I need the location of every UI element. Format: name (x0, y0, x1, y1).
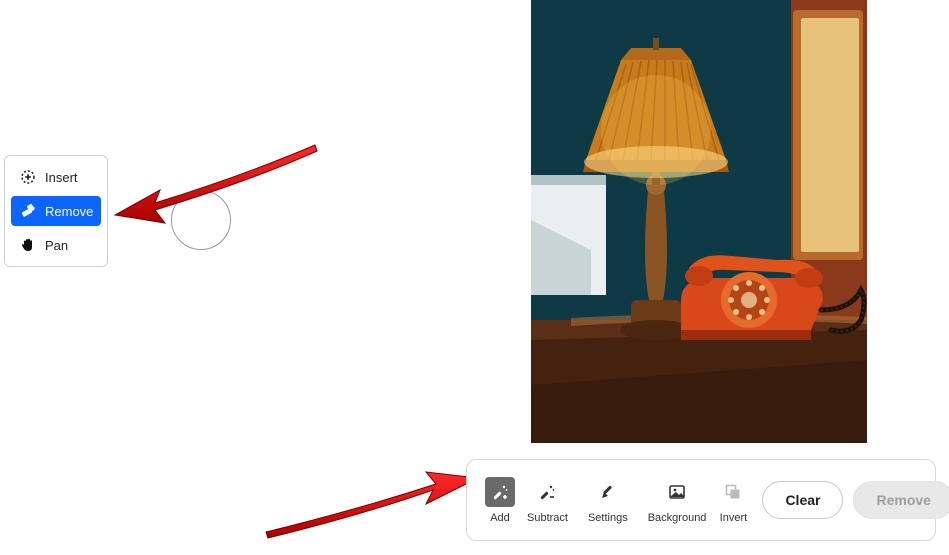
tool-panel: Insert Remove Pan (4, 155, 108, 267)
wand-plus-icon (485, 477, 515, 507)
insert-tool[interactable]: Insert (11, 162, 101, 192)
remove-button[interactable]: Remove (853, 481, 949, 519)
canvas-image[interactable] (531, 0, 867, 443)
insert-icon (19, 168, 37, 186)
invert-button[interactable]: Invert (712, 473, 754, 528)
eraser-icon (19, 202, 37, 220)
subtract-brush-label: Subtract (527, 512, 568, 524)
background-label: Background (648, 512, 707, 524)
add-brush-label: Add (490, 512, 510, 524)
brush-icon (593, 477, 623, 507)
settings-button[interactable]: Settings (582, 473, 634, 528)
wand-minus-icon (532, 477, 562, 507)
toolbar-mode-group: Add Subtract (479, 473, 574, 528)
subtract-brush-button[interactable]: Subtract (521, 473, 574, 528)
toolbar-bg-group: Background Invert (642, 473, 755, 528)
settings-label: Settings (588, 512, 628, 524)
annotation-arrow-bottom (258, 460, 488, 550)
pan-tool[interactable]: Pan (11, 230, 101, 260)
hand-icon (19, 236, 37, 254)
pan-tool-label: Pan (45, 238, 68, 253)
invert-icon (718, 477, 748, 507)
toolbar-settings-group: Settings (582, 473, 634, 528)
remove-button-label: Remove (876, 492, 930, 508)
clear-button[interactable]: Clear (762, 481, 843, 519)
insert-tool-label: Insert (45, 170, 78, 185)
image-icon (662, 477, 692, 507)
invert-label: Invert (720, 512, 748, 524)
bottom-toolbar: Add Subtract Settings (466, 459, 936, 541)
remove-tool[interactable]: Remove (11, 196, 101, 226)
add-brush-button[interactable]: Add (479, 473, 521, 528)
clear-button-label: Clear (785, 492, 820, 508)
remove-tool-label: Remove (45, 204, 93, 219)
toolbar-actions: Clear Remove (762, 481, 949, 519)
brush-cursor-indicator (171, 190, 231, 250)
background-button[interactable]: Background (642, 473, 713, 528)
